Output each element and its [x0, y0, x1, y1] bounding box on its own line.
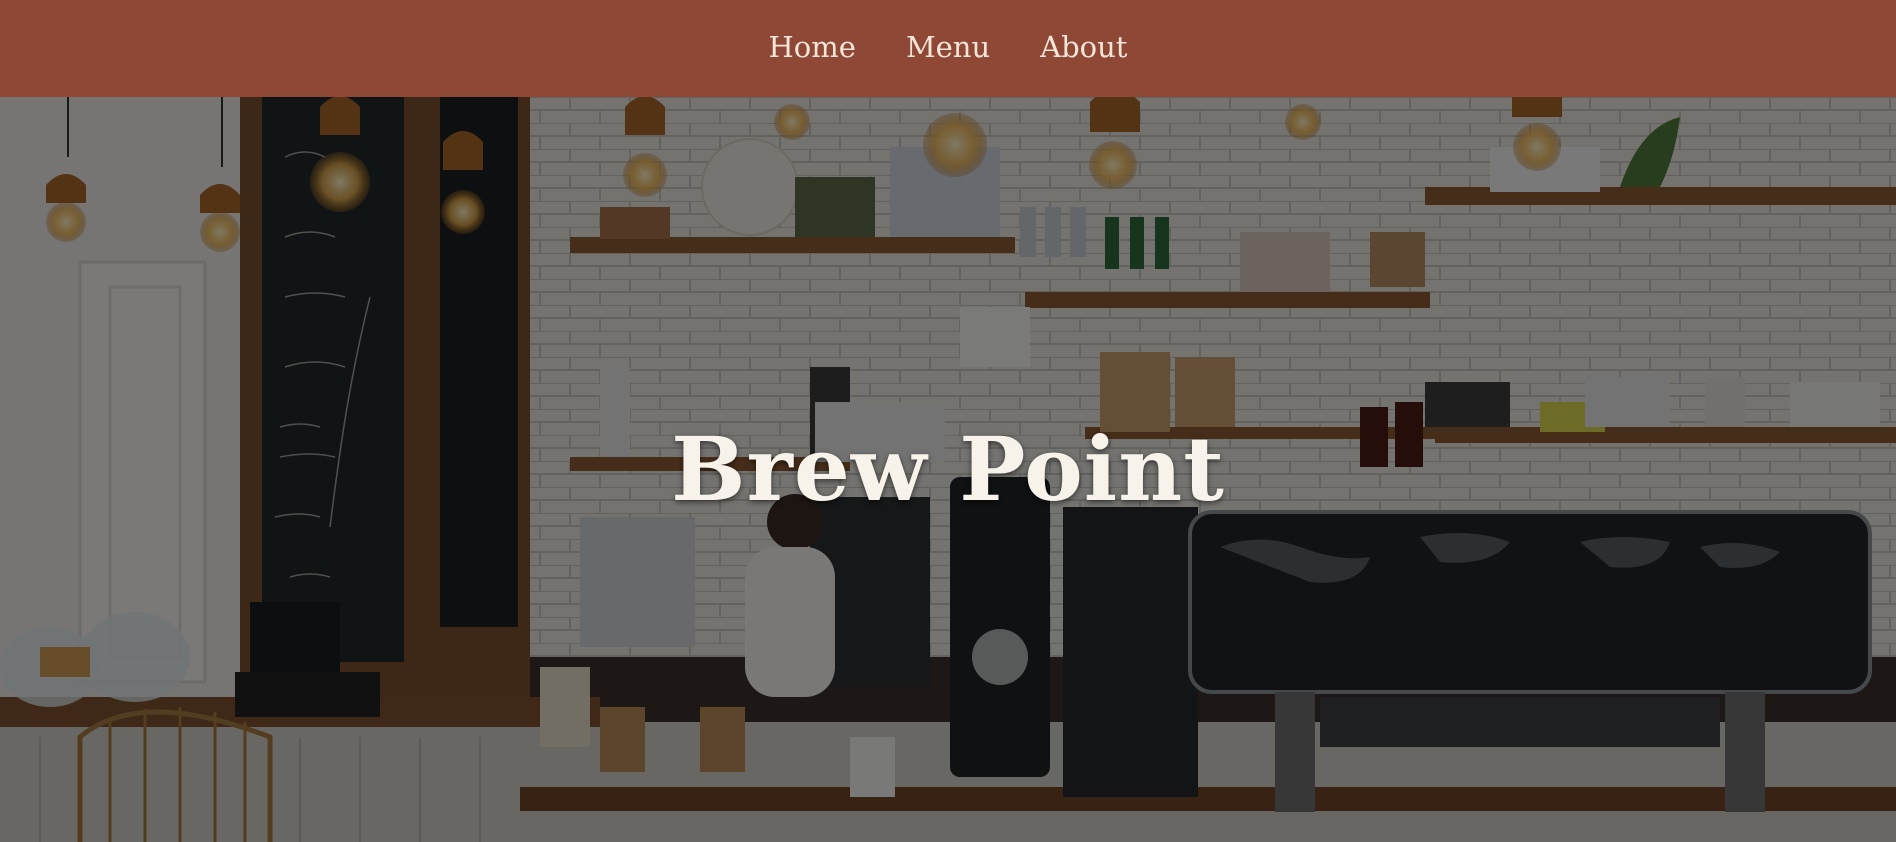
nav-link-about[interactable]: About	[1040, 30, 1127, 64]
hero-section: Brew Point	[0, 97, 1896, 842]
nav-link-menu[interactable]: Menu	[906, 30, 990, 64]
nav-link-home[interactable]: Home	[769, 30, 856, 64]
hero-title: Brew Point	[671, 417, 1225, 521]
top-navbar: Home Menu About	[0, 0, 1896, 97]
